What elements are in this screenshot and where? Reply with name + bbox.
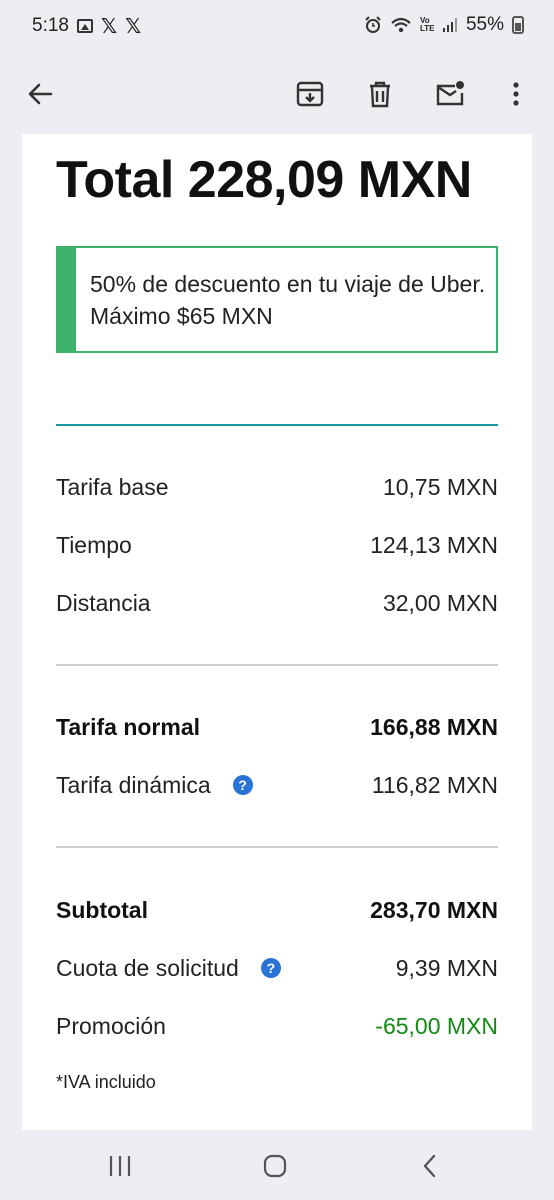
archive-icon[interactable] <box>288 72 332 116</box>
status-right: Vo LTE 55% <box>364 14 524 36</box>
row-label-wrap: Cuota de solicitud ? <box>56 955 281 982</box>
recent-apps-icon[interactable] <box>100 1148 140 1184</box>
home-icon[interactable] <box>255 1148 295 1184</box>
total-amount: Total 228,09 MXN <box>56 151 472 209</box>
help-icon[interactable]: ? <box>260 958 281 978</box>
row-value: 124,13 MXN <box>370 531 498 558</box>
promo-banner: 50% de descuento en tu viaje de Uber. Má… <box>56 246 498 353</box>
fare-row-normal: Tarifa normal 166,88 MXN <box>56 710 498 744</box>
back-nav-icon[interactable] <box>410 1148 450 1184</box>
row-value: 283,70 MXN <box>370 896 498 923</box>
row-value: 9,39 MXN <box>395 954 498 981</box>
promotion-value: -65,00 MXN <box>375 1012 498 1039</box>
wifi-icon <box>391 17 411 33</box>
back-arrow-icon[interactable] <box>18 72 62 116</box>
divider-teal <box>56 424 498 426</box>
x-notification-icon: 𝕏 <box>100 14 118 38</box>
x-notification-icon-2: 𝕏 <box>125 14 142 38</box>
help-icon[interactable]: ? <box>232 775 253 795</box>
row-value: 166,88 MXN <box>370 713 498 740</box>
more-vert-icon[interactable] <box>494 72 538 116</box>
row-label: Distancia <box>56 589 151 616</box>
promo-text: 50% de descuento en tu viaje de Uber. Má… <box>90 271 486 329</box>
row-value: 116,82 MXN <box>371 771 498 798</box>
battery-percent: 55% <box>465 14 504 35</box>
battery-icon <box>512 16 524 34</box>
row-label: Subtotal <box>56 896 148 923</box>
row-value: 32,00 MXN <box>382 589 498 616</box>
fare-row-subtotal: Subtotal 283,70 MXN <box>56 893 498 927</box>
row-label: Promoción <box>56 1012 166 1039</box>
alarm-icon <box>365 16 381 33</box>
fare-row-time: Tiempo 124,13 MXN <box>56 528 498 562</box>
mark-unread-icon[interactable] <box>428 72 472 116</box>
row-label: Cuota de solicitud <box>56 954 239 981</box>
row-label-wrap: Tarifa dinámica ? <box>56 772 253 799</box>
fare-row-base: Tarifa base 10,75 MXN <box>56 470 498 504</box>
status-bar: 5:18 𝕏 𝕏 Vo LTE 55% <box>0 0 554 52</box>
divider <box>56 846 498 848</box>
row-label: Tiempo <box>56 531 132 558</box>
status-left: 5:18 𝕏 𝕏 <box>32 14 141 38</box>
image-notification-icon <box>76 19 93 33</box>
row-label: Tarifa normal <box>56 713 200 740</box>
row-value: 10,75 MXN <box>382 473 498 500</box>
network-type-label: Vo LTE <box>419 16 435 33</box>
fare-row-dynamic: Tarifa dinámica ? 116,82 MXN <box>56 768 498 802</box>
app-bar <box>0 52 554 134</box>
row-label: Tarifa dinámica <box>56 771 211 798</box>
fare-row-request-fee: Cuota de solicitud ? 9,39 MXN <box>56 951 498 985</box>
status-time: 5:18 <box>32 15 69 36</box>
fare-row-promotion: Promoción -65,00 MXN <box>56 1009 498 1043</box>
divider <box>56 664 498 666</box>
footnote: *IVA incluido <box>56 1072 156 1092</box>
row-label: Tarifa base <box>56 473 169 500</box>
fare-row-distance: Distancia 32,00 MXN <box>56 586 498 620</box>
signal-icon <box>442 18 457 32</box>
trash-icon[interactable] <box>358 72 402 116</box>
receipt-card: Total 228,09 MXN 50% de descuento en tu … <box>22 134 532 1130</box>
system-nav-bar <box>0 1130 554 1200</box>
